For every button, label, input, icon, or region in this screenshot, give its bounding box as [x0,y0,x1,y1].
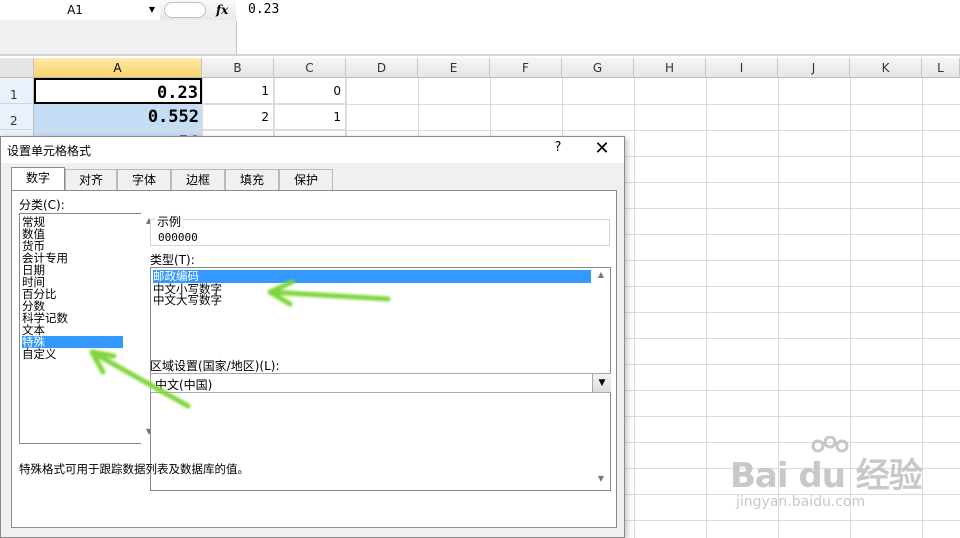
grid-line [706,78,707,538]
cell-b2[interactable]: 2 [202,104,274,130]
format-cells-dialog: 设置单元格格式 ? ✕ 数字 对齐 字体 边框 填充 保护 分类(C): 常规 … [0,136,625,538]
column-header-j[interactable]: J [778,58,850,78]
type-label: 类型(T): [150,253,195,267]
sample-group-box [150,219,610,246]
column-header-g[interactable]: G [562,58,634,78]
formula-bar-divider [0,54,960,56]
dialog-titlebar[interactable] [1,137,624,163]
category-item[interactable]: 日期 [22,264,123,276]
column-header-a[interactable]: A [34,58,202,78]
cell-a2[interactable]: 0.552 [34,104,202,130]
dialog-title: 设置单元格格式 [7,144,92,158]
tab-number[interactable]: 数字 [11,167,65,191]
category-label: 分类(C): [19,198,65,212]
column-header-b[interactable]: B [202,58,274,78]
column-header-c[interactable]: C [274,58,346,78]
category-item[interactable]: 百分比 [22,288,123,300]
select-all-corner[interactable] [0,58,34,78]
splitter-handle[interactable] [164,2,206,18]
tab-fill[interactable]: 填充 [225,169,279,190]
category-item[interactable]: 时间 [22,276,123,288]
grid-line [634,78,635,538]
category-item[interactable]: 文本 [22,324,123,336]
tab-alignment[interactable]: 对齐 [65,169,117,190]
cell-c1[interactable]: 0 [274,78,346,104]
column-header-d[interactable]: D [346,58,418,78]
chevron-down-icon[interactable]: ▼ [145,0,159,20]
column-header-h[interactable]: H [634,58,706,78]
locale-selected-value: 中文(中国) [155,378,213,392]
type-item[interactable]: 中文大写数字 [153,294,591,307]
row-header-2[interactable]: 2 [0,104,34,130]
insert-function-icon[interactable]: fx [216,0,234,20]
sample-value: 000000 [158,231,198,244]
row-header-1[interactable]: 1 [0,78,34,104]
scroll-down-icon[interactable]: ▼ [592,474,610,488]
cell-b1[interactable]: 1 [202,78,274,104]
category-item[interactable]: 货币 [22,240,123,252]
format-description: 特殊格式可用于跟踪数据列表及数据库的值。 [19,462,249,476]
category-item[interactable]: 科学记数 [22,312,123,324]
tab-protection[interactable]: 保护 [279,169,333,190]
formula-input[interactable]: 0.23 [248,2,648,20]
category-item[interactable]: 常规 [22,216,123,228]
locale-label: 区域设置(国家/地区)(L): [150,359,280,373]
category-item[interactable]: 分数 [22,300,123,312]
sample-label: 示例 [155,213,184,230]
column-header-f[interactable]: F [490,58,562,78]
category-item[interactable]: 数值 [22,228,123,240]
column-header-i[interactable]: I [706,58,778,78]
scroll-up-icon[interactable]: ▲ [592,270,610,284]
watermark-url: jingyan.baidu.com [736,494,866,510]
category-item[interactable]: 自定义 [22,348,123,360]
category-item[interactable]: 会计专用 [22,252,123,264]
column-header-l[interactable]: L [922,58,960,78]
category-list[interactable]: 常规 数值 货币 会计专用 日期 时间 百分比 分数 科学记数 文本 特殊 自定… [19,213,158,444]
locale-dropdown[interactable]: 中文(中国) ▼ [150,373,611,393]
baidu-watermark: Bai du 经验 jingyan.baidu.com [730,436,950,526]
column-header-k[interactable]: K [850,58,922,78]
cell-a1[interactable]: 0.23 [34,78,202,104]
tab-font[interactable]: 字体 [117,169,171,190]
chevron-down-icon[interactable]: ▼ [592,374,611,392]
formula-bar-left-pane [0,20,237,56]
close-button[interactable]: ✕ [589,137,615,161]
name-box[interactable]: A1 [0,0,150,20]
help-button[interactable]: ? [549,140,567,160]
watermark-logo: Bai du 经验 [730,456,923,496]
column-header-e[interactable]: E [418,58,490,78]
formula-bar: A1 ▼ fx 0.23 [0,0,960,56]
category-item-selected[interactable]: 特殊 [22,336,123,348]
tab-border[interactable]: 边框 [171,169,225,190]
cell-c2[interactable]: 1 [274,104,346,130]
